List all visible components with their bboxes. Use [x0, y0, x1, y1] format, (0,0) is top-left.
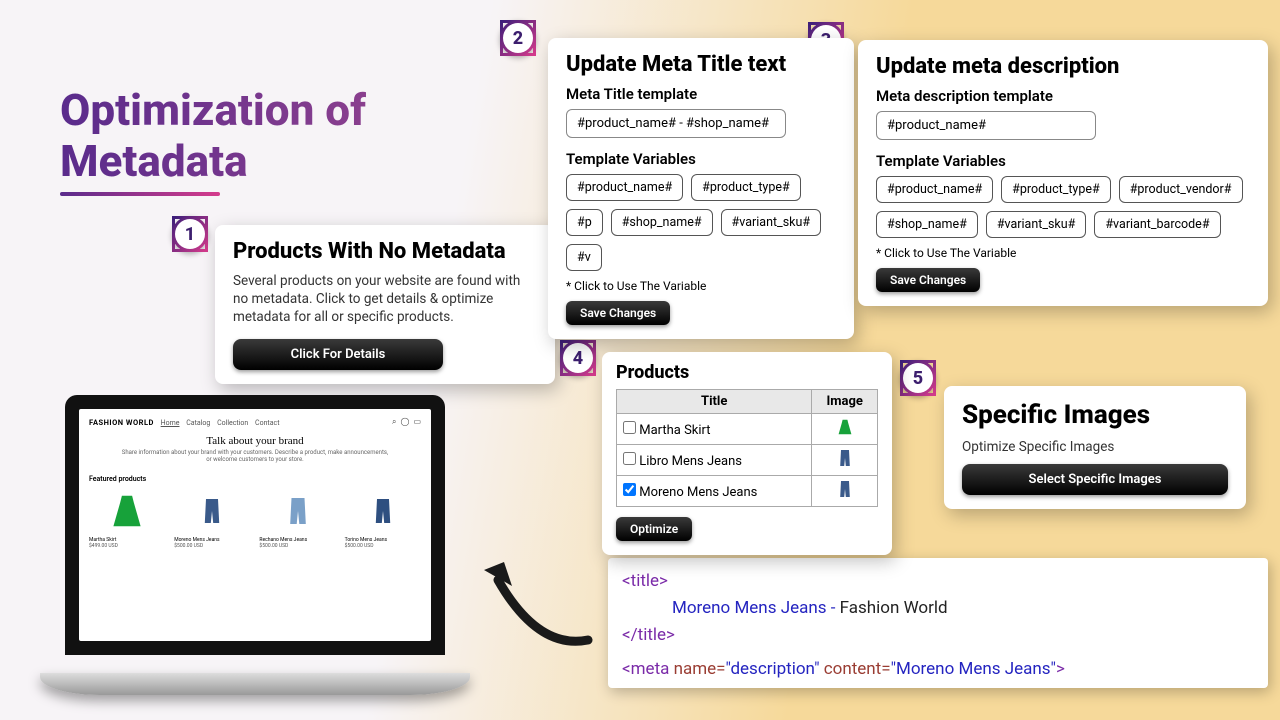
specific-images-sub: Optimize Specific Images: [962, 438, 1228, 456]
products-heading: Products: [616, 362, 878, 383]
step-badge-4: 4: [560, 340, 596, 376]
page-title-line2: Metadata: [60, 135, 248, 187]
table-row[interactable]: Libro Mens Jeans: [617, 445, 878, 476]
col-image: Image: [812, 390, 878, 414]
chip-product-name[interactable]: #product_name#: [566, 174, 683, 201]
lap-prod-2: Rechano Mens Jeans$500.00 USD: [259, 487, 335, 549]
meta-title-template-input[interactable]: #product_name# - #shop_name#: [566, 109, 786, 138]
card-specific-images: Specific Images Optimize Specific Images…: [944, 386, 1246, 509]
code-title-text: Moreno Mens Jeans -: [672, 598, 840, 618]
products-table: Title Image Martha Skirt Libro Mens Jean…: [616, 389, 878, 507]
lap-prod-3: Torino Mens Jeans$500.00 USD: [345, 487, 421, 549]
chip-partial-2[interactable]: #v: [566, 244, 602, 271]
chip-variant-sku[interactable]: #variant_sku#: [721, 209, 822, 236]
card3-vars-label: Template Variables: [876, 152, 1250, 170]
row-title-0: Martha Skirt: [639, 423, 710, 438]
laptop-hero: Talk about your brand: [89, 435, 421, 447]
col-title: Title: [617, 390, 812, 414]
optimize-button[interactable]: Optimize: [616, 517, 692, 541]
nav-home: Home: [161, 419, 180, 427]
chip-shop-name[interactable]: #shop_name#: [611, 209, 713, 236]
card-products-table: Products Title Image Martha Skirt Libro …: [602, 352, 892, 555]
meta-desc-template-input[interactable]: #product_name#: [876, 111, 1096, 140]
save-changes-button-3[interactable]: Save Changes: [876, 268, 980, 292]
card2-hint: * Click to Use The Variable: [566, 279, 836, 293]
row-title-2: Moreno Mens Jeans: [639, 485, 757, 500]
nav-collection: Collection: [217, 419, 248, 427]
row-checkbox-1[interactable]: [623, 452, 636, 465]
card3-heading: Update meta description: [876, 54, 1250, 79]
select-specific-images-button[interactable]: Select Specific Images: [962, 464, 1228, 495]
meta-desc-template-label: Meta description template: [876, 87, 1250, 105]
card-update-meta-title: Update Meta Title text Meta Title templa…: [548, 38, 854, 339]
arrow-icon: [478, 540, 598, 660]
code-title-shop: Fashion World: [840, 598, 948, 618]
specific-images-heading: Specific Images: [962, 400, 1228, 430]
lap-nav-icons: ⌕◯▭: [388, 417, 421, 427]
laptop-featured-label: Featured products: [89, 475, 421, 483]
meta-title-template-label: Meta Title template: [566, 85, 836, 103]
nav-contact: Contact: [255, 419, 279, 427]
card1-heading: Products With No Metadata: [233, 239, 537, 264]
jeans-icon: [837, 480, 853, 498]
card2-vars-label: Template Variables: [566, 150, 836, 168]
lap-prod-1: Moreno Mens Jeans$500.00 USD: [174, 487, 250, 549]
chip-product-type[interactable]: #product_type#: [691, 174, 801, 201]
title-underline: [60, 192, 220, 196]
card2-chips: #product_name# #product_type# #p #shop_n…: [566, 174, 836, 271]
card1-desc: Several products on your website are fou…: [233, 272, 537, 327]
laptop-mock: FASHION WORLD Home Catalog Collection Co…: [40, 395, 470, 695]
row-checkbox-2[interactable]: [623, 483, 636, 496]
page-title-line1: Optimization of: [60, 84, 366, 136]
row-title-1: Libro Mens Jeans: [639, 454, 742, 469]
chip3-variant-barcode[interactable]: #variant_barcode#: [1094, 211, 1220, 238]
card3-chips: #product_name# #product_type# #product_v…: [876, 176, 1250, 238]
lap-prod-0: Martha Skirt$499.00 USD: [89, 487, 165, 549]
step-badge-1: 1: [172, 216, 208, 252]
laptop-sub: Share information about your brand with …: [89, 449, 421, 463]
card2-heading: Update Meta Title text: [566, 52, 836, 77]
step-badge-2: 2: [500, 20, 536, 56]
card-products-no-metadata: Products With No Metadata Several produc…: [215, 225, 555, 384]
table-row[interactable]: Martha Skirt: [617, 414, 878, 445]
chip3-shop-name[interactable]: #shop_name#: [876, 211, 978, 238]
chip3-product-type[interactable]: #product_type#: [1001, 176, 1111, 203]
step-badge-5: 5: [900, 360, 936, 396]
chip3-product-name[interactable]: #product_name#: [876, 176, 993, 203]
laptop-brand: FASHION WORLD: [89, 418, 154, 427]
jeans-icon: [837, 449, 853, 467]
nav-catalog: Catalog: [186, 419, 210, 427]
skirt-icon: [837, 418, 853, 436]
card-update-meta-description: Update meta description Meta description…: [858, 40, 1268, 306]
card3-hint: * Click to Use The Variable: [876, 246, 1250, 260]
chip3-variant-sku[interactable]: #variant_sku#: [986, 211, 1087, 238]
click-for-details-button[interactable]: Click For Details: [233, 339, 443, 370]
chip3-product-vendor[interactable]: #product_vendor#: [1119, 176, 1243, 203]
table-row[interactable]: Moreno Mens Jeans: [617, 476, 878, 507]
row-checkbox-0[interactable]: [623, 421, 636, 434]
page-title: Optimization of Metadata: [60, 85, 366, 186]
save-changes-button-2[interactable]: Save Changes: [566, 301, 670, 325]
code-output: <title> Moreno Mens Jeans - Fashion Worl…: [608, 558, 1268, 688]
chip-partial-1[interactable]: #p: [566, 209, 603, 236]
